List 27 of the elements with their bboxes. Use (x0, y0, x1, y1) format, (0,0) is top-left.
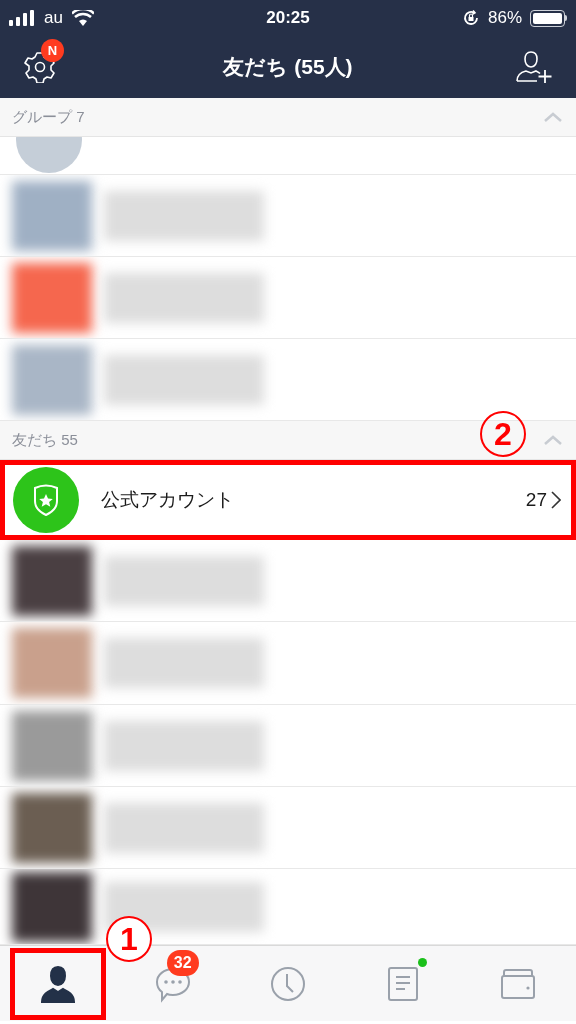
battery-percent: 86% (487, 7, 522, 30)
official-account-count: 27 (525, 487, 547, 512)
unread-badge: 32 (166, 949, 199, 976)
tab-button[interactable] (9, 947, 106, 1020)
clock-icon (270, 965, 306, 1002)
battery-icon (530, 9, 567, 27)
chevron-right-icon (551, 491, 561, 509)
collapse-icon[interactable] (542, 110, 564, 124)
carrier-label: au (44, 7, 63, 30)
status-time: 20:25 (266, 7, 310, 30)
section-header[interactable]: グループ 7 (0, 98, 576, 137)
rotation-lock-icon (461, 9, 480, 27)
official-account-label: 公式アカウント (101, 487, 234, 512)
person-icon (39, 964, 76, 1003)
screen-title: 友だち (55人) (223, 54, 353, 81)
document-icon (387, 965, 420, 1002)
official-account-row[interactable]: 公式アカウント 27 (0, 460, 576, 540)
collapse-icon[interactable] (542, 433, 564, 447)
wifi-icon (71, 10, 94, 26)
wallet-icon (500, 967, 537, 1000)
add-friend-icon[interactable] (516, 50, 552, 84)
annotation-number: 2 (480, 411, 526, 457)
signal-icon (9, 10, 35, 26)
notification-badge: N (41, 39, 64, 62)
annotation-number: 1 (106, 916, 152, 962)
section-title: 友だち 55 (12, 429, 78, 450)
section-title: グループ 7 (12, 106, 85, 127)
